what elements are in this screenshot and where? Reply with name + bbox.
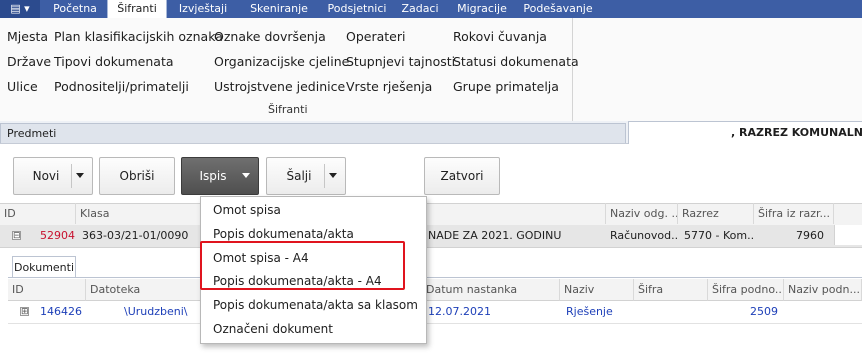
column-header-sifra[interactable]: Šifra	[634, 279, 708, 301]
tab-pocetna[interactable]: Početna	[45, 0, 105, 18]
column-header-naziv-odg[interactable]: Naziv odg. ...	[606, 203, 678, 224]
menu-icon: ▤ ▾	[10, 2, 30, 15]
tab-migracije[interactable]: Migracije	[452, 0, 512, 18]
novi-button[interactable]: Novi	[13, 157, 93, 195]
column-header-naziv-podn[interactable]: Naziv podn...	[784, 279, 862, 301]
ribbon-item-stupnjevi-tajnosti[interactable]: Stupnjevi tajnosti	[346, 54, 455, 70]
collapse-icon[interactable]: ⊟	[12, 231, 21, 241]
app-menu-button[interactable]: ▤ ▾	[0, 0, 40, 18]
tab-dokumenti[interactable]: Dokumenti	[12, 256, 76, 278]
row-cell-blank	[834, 225, 862, 245]
obrisi-button[interactable]: Obriši	[99, 157, 175, 195]
tab-sifranti[interactable]: Šifranti	[107, 0, 167, 19]
ribbon-item-ulice[interactable]: Ulice	[7, 79, 38, 95]
redacted-text	[635, 127, 731, 139]
column-header-sifra-iz-razr[interactable]: Šifra iz razr...	[754, 203, 834, 224]
row-naziv: NADE ZA 2021. GODINU	[428, 229, 562, 242]
doc-row-datoteka[interactable]: \Urudzbeni\	[120, 301, 200, 323]
ribbon-group-label: Šifranti	[268, 103, 308, 116]
ribbon-item-statusi-dokumenata[interactable]: Statusi dokumenata	[453, 54, 579, 70]
salji-label: Šalji	[286, 169, 312, 183]
row-klasa: 363-03/21-01/0090	[82, 229, 189, 242]
zatvori-label: Zatvori	[440, 169, 484, 183]
column-header-id[interactable]: ID	[0, 203, 76, 224]
menu-item-omot-spisa[interactable]: Omot spisa	[213, 203, 281, 217]
dropdown-arrow-icon[interactable]	[329, 173, 337, 178]
column-header-razrez[interactable]: Razrez	[678, 203, 754, 224]
row-sifra: 7960	[796, 229, 824, 242]
tab-podesavanje[interactable]: Podešavanje	[520, 0, 596, 18]
ribbon-item-tipovi-dokumenata[interactable]: Tipovi dokumenata	[54, 54, 174, 70]
dropdown-arrow-icon[interactable]	[242, 173, 250, 178]
ribbon-item-vrste-rjesenja[interactable]: Vrste rješenja	[346, 79, 432, 95]
row-razrez: 5770 - Kom...	[684, 229, 754, 242]
ribbon-item-organizacijske-cjeline[interactable]: Organizacijske cjeline	[214, 54, 349, 70]
tab-razrez-label: , RAZREZ KOMUNALNE NA	[731, 126, 862, 139]
ispis-label: Ispis	[199, 169, 227, 183]
doc-row-datum: 12.07.2021	[428, 305, 491, 318]
zatvori-button[interactable]: Zatvori	[424, 157, 500, 195]
column-header-doc-id[interactable]: ID	[8, 279, 86, 301]
ribbon-item-ustrojstvene-jedinice[interactable]: Ustrojstvene jedinice	[214, 79, 345, 95]
tab-razrez[interactable]: , RAZREZ KOMUNALNE NA	[628, 121, 862, 144]
expand-icon[interactable]: ⊞	[20, 307, 29, 317]
doc-row-naziv: Rješenje	[566, 305, 613, 318]
row-naziv-odg: Računovod...	[610, 229, 678, 242]
menu-item-oznaceni-dokument[interactable]: Označeni dokument	[213, 322, 333, 336]
ispis-button[interactable]: Ispis	[181, 157, 259, 195]
column-header-datum-nastanka[interactable]: Datum nastanka	[422, 279, 560, 301]
ribbon-item-oznake-dovrsenja[interactable]: Oznake dovršenja	[214, 29, 326, 45]
button-separator	[71, 164, 72, 188]
obrisi-label: Obriši	[119, 169, 155, 183]
salji-button[interactable]: Šalji	[266, 157, 346, 195]
novi-label: Novi	[32, 169, 60, 183]
ribbon-item-drzave[interactable]: Države	[7, 54, 51, 70]
annotation-highlight-box	[200, 241, 405, 290]
ribbon-item-plan-klasifikacijskih[interactable]: Plan klasifikacijskih oznaka	[54, 29, 223, 45]
ribbon-item-rokovi-cuvanja[interactable]: Rokovi čuvanja	[453, 29, 547, 45]
ribbon-item-operateri[interactable]: Operateri	[346, 29, 405, 45]
row-id: 52904	[40, 229, 75, 242]
tab-izvjestaji[interactable]: Izvještaji	[170, 0, 236, 18]
button-separator	[324, 164, 325, 188]
doc-row-sifra-podno: 2509	[750, 305, 778, 318]
ribbon-item-mjesta[interactable]: Mjesta	[7, 29, 48, 45]
tab-skeniranje[interactable]: Skeniranje	[244, 0, 314, 18]
column-header-naziv[interactable]: Naziv	[560, 279, 634, 301]
column-header-sifra-podno[interactable]: Šifra podno...	[708, 279, 784, 301]
menu-item-popis-sa-klasom[interactable]: Popis dokumenata/akta sa klasom	[213, 298, 418, 312]
tab-zadaci[interactable]: Zadaci	[398, 0, 442, 18]
ribbon-item-podnositelji[interactable]: Podnositelji/primatelji	[54, 79, 189, 95]
tab-predmeti[interactable]: Predmeti	[0, 123, 626, 143]
dropdown-arrow-icon[interactable]	[76, 173, 84, 178]
subtab-underline	[8, 277, 862, 278]
doc-row-id: 146426	[40, 305, 82, 318]
tab-podsjetnici[interactable]: Podsjetnici	[323, 0, 391, 18]
menu-item-popis-dokumenata[interactable]: Popis dokumenata/akta	[213, 227, 354, 241]
ribbon-item-grupe-primatelja[interactable]: Grupe primatelja	[453, 79, 559, 95]
